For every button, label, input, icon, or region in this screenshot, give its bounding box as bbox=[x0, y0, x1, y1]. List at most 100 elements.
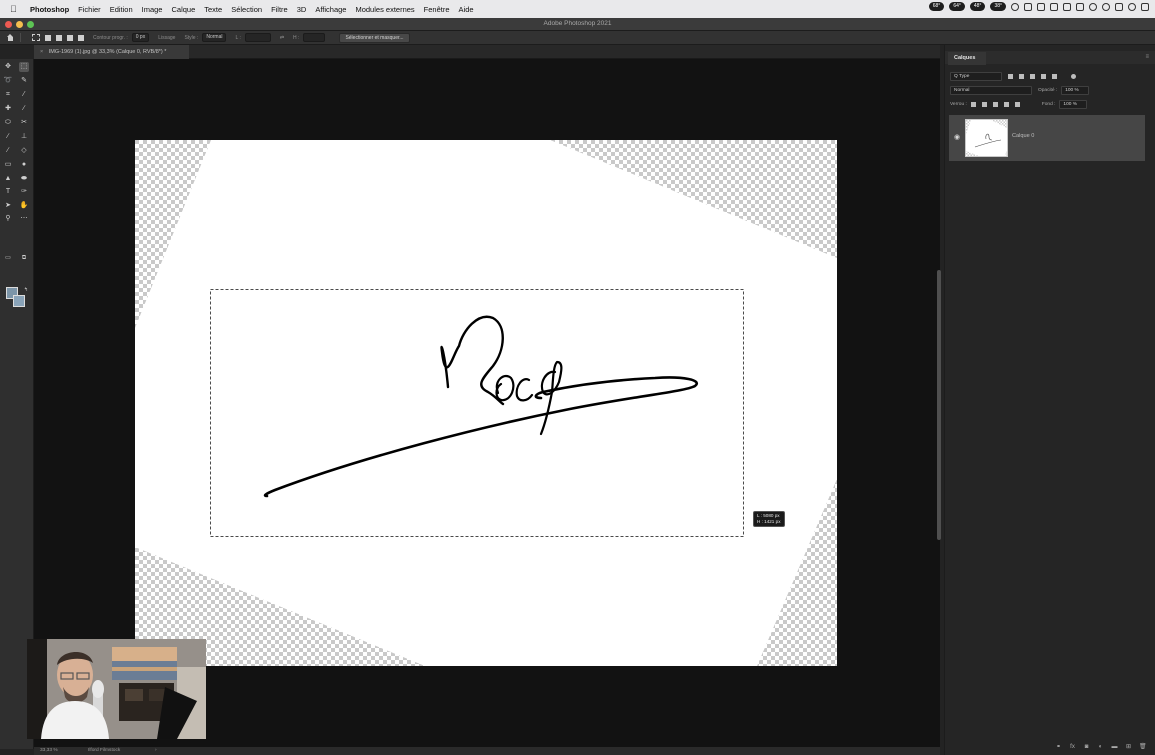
select-and-mask-button[interactable]: Sélectionner et masquer... bbox=[339, 32, 410, 43]
vertical-scrollbar[interactable] bbox=[937, 270, 941, 540]
panel-menu-icon[interactable]: ≡ bbox=[1145, 54, 1149, 60]
menu-modules-externes[interactable]: Modules externes bbox=[355, 5, 414, 14]
menu-calque[interactable]: Calque bbox=[171, 5, 195, 14]
layer-row[interactable]: ◉ Calque 0 bbox=[949, 115, 1145, 161]
lock-artboard-icon[interactable] bbox=[1003, 102, 1009, 107]
pencil-tool-icon[interactable]: ∕ bbox=[3, 132, 13, 142]
move-tool-icon[interactable]: ✥ bbox=[3, 62, 13, 72]
new-layer-icon[interactable]: ⊞ bbox=[1125, 744, 1132, 751]
intersect-selection-icon[interactable] bbox=[78, 34, 84, 41]
menu-selection[interactable]: Sélection bbox=[231, 5, 262, 14]
new-selection-icon[interactable] bbox=[45, 34, 51, 41]
menu-filtre[interactable]: Filtre bbox=[271, 5, 288, 14]
more-tools-icon[interactable]: ⋯ bbox=[19, 214, 29, 224]
eye-icon[interactable]: ◉ bbox=[954, 134, 962, 142]
swap-colors-icon[interactable]: ↰ bbox=[21, 285, 31, 295]
home-icon[interactable] bbox=[6, 33, 15, 42]
eraser-tool-icon[interactable]: ◇ bbox=[19, 146, 29, 156]
menu-edition[interactable]: Edition bbox=[110, 5, 133, 14]
apple-icon[interactable]:  bbox=[10, 4, 24, 14]
temp-badge[interactable]: 64° bbox=[949, 2, 965, 11]
lock-pixels-icon[interactable] bbox=[981, 102, 987, 107]
status-icon[interactable] bbox=[1089, 2, 1097, 11]
delete-layer-icon[interactable]: 🗑 bbox=[1139, 744, 1147, 751]
sponge-tool-icon[interactable]: ⬬ bbox=[19, 174, 29, 184]
zoom-level[interactable]: 33,33 % bbox=[40, 747, 58, 755]
crop-tool-icon[interactable]: ⌗ bbox=[3, 90, 13, 100]
smart-object-filter-icon[interactable] bbox=[1052, 74, 1057, 79]
adjustment-layer-icon[interactable]: ◐ bbox=[1097, 744, 1104, 751]
layer-name[interactable]: Calque 0 bbox=[1012, 133, 1034, 139]
status-icon[interactable] bbox=[1063, 2, 1071, 11]
document-canvas[interactable] bbox=[135, 140, 837, 666]
style-select[interactable]: Normal bbox=[202, 33, 227, 42]
document-tab[interactable]: × IMG-1969 (1).jpg @ 33,3% (Calque 0, RV… bbox=[34, 45, 189, 59]
lock-all-icon[interactable] bbox=[1014, 102, 1020, 107]
subtract-selection-icon[interactable] bbox=[67, 34, 73, 41]
pixel-filter-icon[interactable] bbox=[1008, 74, 1013, 79]
status-icon[interactable] bbox=[1050, 2, 1058, 11]
link-layers-icon[interactable]: ⚭ bbox=[1055, 744, 1062, 751]
path-selection-tool-icon[interactable]: ➤ bbox=[3, 201, 13, 211]
type-tool-icon[interactable]: T bbox=[3, 187, 13, 197]
menu-3d[interactable]: 3D bbox=[297, 5, 307, 14]
background-color-swatch[interactable] bbox=[13, 295, 25, 307]
swap-icon[interactable]: ⇄ bbox=[280, 35, 284, 41]
clone-stamp-tool-icon[interactable]: ✂ bbox=[19, 118, 29, 128]
opacity-input[interactable]: 100 % bbox=[1061, 86, 1090, 95]
add-mask-icon[interactable]: ◙ bbox=[1083, 744, 1090, 751]
eyedropper-tool-icon[interactable]: ⁄ bbox=[19, 90, 29, 100]
fill-input[interactable]: 100 % bbox=[1059, 100, 1088, 109]
status-icon[interactable] bbox=[1037, 2, 1045, 11]
type-filter-icon[interactable] bbox=[1030, 74, 1035, 79]
fx-icon[interactable]: fx bbox=[1069, 744, 1076, 751]
adjustment-filter-icon[interactable] bbox=[1019, 74, 1024, 79]
screen-mode-icon[interactable]: ⧉ bbox=[19, 253, 29, 263]
feather-input[interactable]: 0 px bbox=[131, 33, 150, 42]
blur-tool-icon[interactable]: ● bbox=[19, 160, 29, 170]
battery-icon[interactable] bbox=[1115, 2, 1123, 11]
add-selection-icon[interactable] bbox=[56, 34, 62, 41]
clock-icon[interactable] bbox=[1102, 2, 1110, 11]
smoothing-checkbox[interactable]: Lissage bbox=[158, 35, 175, 41]
layers-tab[interactable]: Calques bbox=[948, 52, 986, 65]
temp-badge[interactable]: 48° bbox=[969, 2, 986, 11]
menu-fichier[interactable]: Fichier bbox=[78, 5, 101, 14]
healing-brush-tool-icon[interactable]: ✚ bbox=[3, 104, 13, 114]
menu-photoshop[interactable]: Photoshop bbox=[30, 5, 69, 14]
temp-badge[interactable]: 68° bbox=[928, 2, 945, 11]
gradient-tool-icon[interactable]: ▭ bbox=[3, 160, 13, 170]
lock-transparent-icon[interactable] bbox=[970, 102, 976, 107]
temp-badge[interactable]: 38° bbox=[990, 2, 1006, 11]
lasso-tool-icon[interactable]: ➰ bbox=[3, 76, 13, 86]
menu-image[interactable]: Image bbox=[142, 5, 163, 14]
filter-toggle-icon[interactable] bbox=[1071, 74, 1076, 79]
close-tab-icon[interactable]: × bbox=[40, 49, 43, 55]
quick-selection-tool-icon[interactable]: ✎ bbox=[19, 76, 29, 86]
quick-mask-icon[interactable]: ▭ bbox=[3, 253, 13, 263]
menu-aide[interactable]: Aide bbox=[459, 5, 474, 14]
menu-fenetre[interactable]: Fenêtre bbox=[424, 5, 450, 14]
dodge-tool-icon[interactable]: ▲ bbox=[3, 174, 13, 184]
lock-position-icon[interactable] bbox=[992, 102, 998, 107]
status-icon[interactable] bbox=[1011, 2, 1019, 11]
status-menu-arrow[interactable]: › bbox=[155, 747, 157, 755]
new-group-icon[interactable]: ▬ bbox=[1111, 744, 1118, 751]
hand-tool-icon[interactable]: ✋ bbox=[19, 201, 29, 211]
menu-affichage[interactable]: Affichage bbox=[315, 5, 346, 14]
status-icon[interactable] bbox=[1076, 2, 1084, 11]
status-icon[interactable] bbox=[1024, 2, 1032, 11]
blend-mode-select[interactable]: Normal bbox=[950, 86, 1032, 95]
marquee-tool-icon[interactable]: ⬚ bbox=[19, 62, 29, 72]
width-input[interactable] bbox=[244, 33, 271, 42]
control-center-icon[interactable] bbox=[1141, 2, 1149, 11]
pen-tool-icon[interactable]: ✑ bbox=[19, 187, 29, 197]
height-input[interactable] bbox=[303, 33, 326, 42]
shape-filter-icon[interactable] bbox=[1041, 74, 1046, 79]
frame-tool-icon[interactable]: ⬭ bbox=[3, 118, 13, 128]
layer-filter-select[interactable]: Q Type bbox=[950, 72, 1002, 81]
history-brush-tool-icon[interactable]: ∕ bbox=[3, 146, 13, 156]
menu-texte[interactable]: Texte bbox=[204, 5, 222, 14]
rectangular-marquee-preset-icon[interactable] bbox=[32, 34, 40, 41]
stamp-tool-icon[interactable]: ⊥ bbox=[19, 132, 29, 142]
